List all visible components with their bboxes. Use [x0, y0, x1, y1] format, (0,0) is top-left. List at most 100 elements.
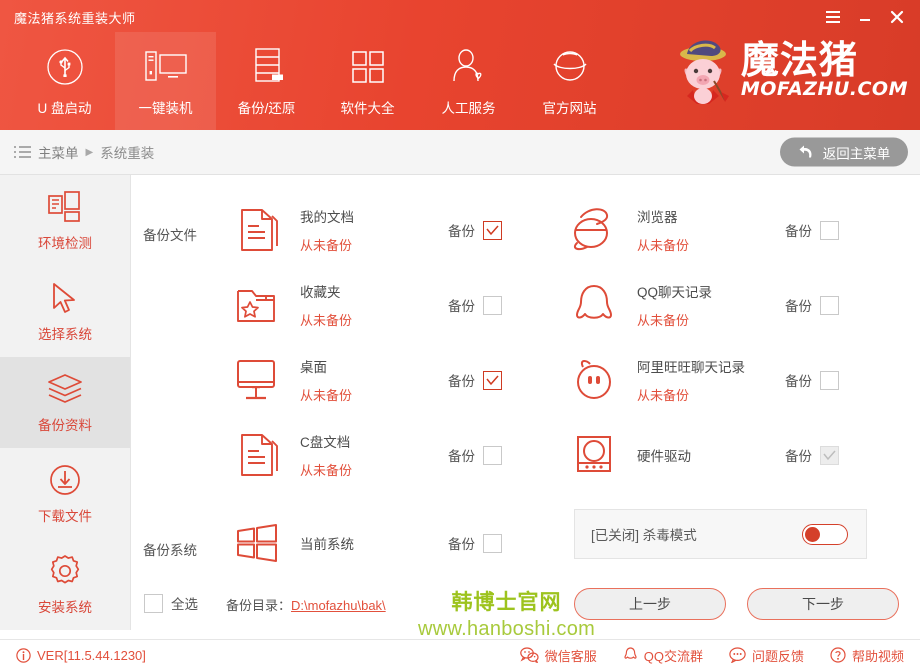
- backup-item-hardware-driver[interactable]: 硬件驱动 备份: [563, 420, 839, 490]
- qq-penguin-icon: [623, 647, 638, 663]
- antivirus-mode-panel: [已关闭] 杀毒模式: [574, 509, 867, 559]
- backup-item-aliwangwang-chat-log[interactable]: 阿里旺旺聊天记录 从未备份 备份: [563, 345, 839, 415]
- sidebar-item-backup-data[interactable]: 备份资料: [0, 357, 130, 448]
- server-drawer-icon: [247, 46, 287, 88]
- checkbox-my-documents[interactable]: [483, 221, 502, 240]
- checkbox-label: 备份: [785, 445, 812, 465]
- backup-item-my-documents[interactable]: 我的文档 从未备份 备份: [226, 195, 502, 265]
- back-arrow-icon: [798, 144, 816, 160]
- breadcrumb-current: 系统重装: [100, 142, 154, 162]
- sidebar-item-label: 安装系统: [38, 596, 92, 616]
- status-link-label: 微信客服: [545, 646, 597, 665]
- select-all-control[interactable]: 全选: [144, 593, 198, 613]
- wechat-icon: [520, 647, 539, 663]
- backup-item-current-system[interactable]: 当前系统 备份: [226, 508, 502, 578]
- status-link-feedback[interactable]: 问题反馈: [729, 646, 804, 665]
- backup-item-qq-chat-log[interactable]: QQ聊天记录 从未备份 备份: [563, 270, 839, 340]
- antivirus-mode-label: [已关闭] 杀毒模式: [591, 524, 697, 544]
- backup-item-desktop[interactable]: 桌面 从未备份 备份: [226, 345, 502, 415]
- backup-toggle-qq-chat-log[interactable]: 备份: [785, 295, 839, 315]
- nav-item-usb-boot[interactable]: U 盘启动: [14, 32, 115, 130]
- checkbox-favorites[interactable]: [483, 296, 502, 315]
- monitor-icon: [226, 355, 288, 405]
- gear-icon: [48, 553, 82, 589]
- nav-item-backup-restore[interactable]: 备份/还原: [216, 32, 317, 130]
- section-label-backup-system: 备份系统: [143, 539, 197, 559]
- checkbox-browser[interactable]: [820, 221, 839, 240]
- checkbox-label: 备份: [448, 220, 475, 240]
- backup-directory-path[interactable]: D:\mofazhu\bak\: [291, 598, 386, 613]
- status-link-wechat-support[interactable]: 微信客服: [520, 646, 597, 665]
- nav-label: 人工服务: [442, 97, 496, 117]
- close-button[interactable]: [882, 4, 912, 30]
- nav-label: 备份/还原: [238, 97, 296, 117]
- nav-item-software-library[interactable]: 软件大全: [317, 32, 418, 130]
- status-link-qq-group[interactable]: QQ交流群: [623, 646, 703, 665]
- backup-item-c-drive-documents[interactable]: C盘文档 从未备份 备份: [226, 420, 502, 490]
- backup-toggle-my-documents[interactable]: 备份: [448, 220, 502, 240]
- antivirus-mode-toggle[interactable]: [802, 524, 848, 545]
- item-status: 从未备份: [300, 460, 448, 479]
- item-name: 浏览器: [637, 206, 785, 226]
- checkbox-desktop[interactable]: [483, 371, 502, 390]
- item-name: 阿里旺旺聊天记录: [637, 356, 785, 376]
- backup-toggle-current-system[interactable]: 备份: [448, 533, 502, 553]
- checkbox-c-drive-documents[interactable]: [483, 446, 502, 465]
- cursor-arrow-icon: [48, 280, 82, 316]
- menu-button[interactable]: [818, 4, 848, 30]
- checkbox-label: 备份: [785, 370, 812, 390]
- brand-url: MOFAZHU.COM: [741, 79, 908, 100]
- sidebar-item-download-files[interactable]: 下载文件: [0, 448, 130, 539]
- backup-toggle-c-drive-documents[interactable]: 备份: [448, 445, 502, 465]
- close-icon: [889, 9, 905, 25]
- item-name: 收藏夹: [300, 281, 448, 301]
- breadcrumb-root[interactable]: 主菜单: [38, 142, 79, 162]
- sidebar-item-env-check[interactable]: 环境检测: [0, 175, 130, 266]
- sidebar-item-label: 下载文件: [38, 505, 92, 525]
- breadcrumb: 主菜单 ▶ 系统重装: [0, 142, 154, 162]
- checkbox-hardware-driver: [820, 446, 839, 465]
- previous-step-button[interactable]: 上一步: [574, 588, 726, 620]
- checkbox-label: 备份: [785, 220, 812, 240]
- backup-toggle-favorites[interactable]: 备份: [448, 295, 502, 315]
- status-link-help-video[interactable]: 帮助视频: [830, 646, 904, 665]
- toggle-knob: [805, 527, 820, 542]
- check-icon: [486, 375, 499, 386]
- item-status: 从未备份: [300, 385, 448, 404]
- sidebar-item-install-system[interactable]: 安装系统: [0, 539, 130, 630]
- nav-label: 一键装机: [139, 97, 193, 117]
- checkbox-qq-chat-log[interactable]: [820, 296, 839, 315]
- minimize-icon: [857, 10, 873, 24]
- checkbox-current-system[interactable]: [483, 534, 502, 553]
- backup-toggle-aliwangwang-chat-log[interactable]: 备份: [785, 370, 839, 390]
- backup-item-favorites[interactable]: 收藏夹 从未备份 备份: [226, 270, 502, 340]
- nav-item-official-site[interactable]: 官方网站: [519, 32, 620, 130]
- content-footer: 全选 备份目录：D:\mofazhu\bak\ 上一步 下一步: [131, 580, 920, 630]
- back-to-main-menu-button[interactable]: 返回主菜单: [780, 138, 908, 167]
- minimize-button[interactable]: [850, 4, 880, 30]
- nav-item-manual-service[interactable]: 人工服务: [418, 32, 519, 130]
- item-status: 从未备份: [300, 235, 448, 254]
- nav-item-one-key-install[interactable]: 一键装机: [115, 32, 216, 130]
- checkbox-aliwangwang-chat-log[interactable]: [820, 371, 839, 390]
- windows-logo-icon: [226, 521, 288, 565]
- question-circle-icon: [830, 647, 846, 663]
- checkbox-label: 备份: [448, 370, 475, 390]
- backup-toggle-browser[interactable]: 备份: [785, 220, 839, 240]
- sidebar-item-label: 选择系统: [38, 323, 92, 343]
- version-info: VER[11.5.44.1230]: [16, 648, 146, 663]
- person-heart-icon: [449, 46, 489, 88]
- backup-toggle-desktop[interactable]: 备份: [448, 370, 502, 390]
- next-step-button[interactable]: 下一步: [747, 588, 899, 620]
- item-name: 硬件驱动: [637, 445, 785, 465]
- checkbox-label: 备份: [448, 445, 475, 465]
- backup-item-browser[interactable]: 浏览器 从未备份 备份: [563, 195, 839, 265]
- status-link-label: QQ交流群: [644, 646, 703, 665]
- grid-squares-icon: [348, 46, 388, 88]
- checkbox-select-all[interactable]: [144, 594, 163, 613]
- item-status: 从未备份: [637, 385, 785, 404]
- sidebar-item-select-system[interactable]: 选择系统: [0, 266, 130, 357]
- breadcrumb-separator: ▶: [86, 147, 94, 158]
- version-text: VER[11.5.44.1230]: [37, 648, 146, 663]
- stacked-layers-icon: [46, 371, 84, 407]
